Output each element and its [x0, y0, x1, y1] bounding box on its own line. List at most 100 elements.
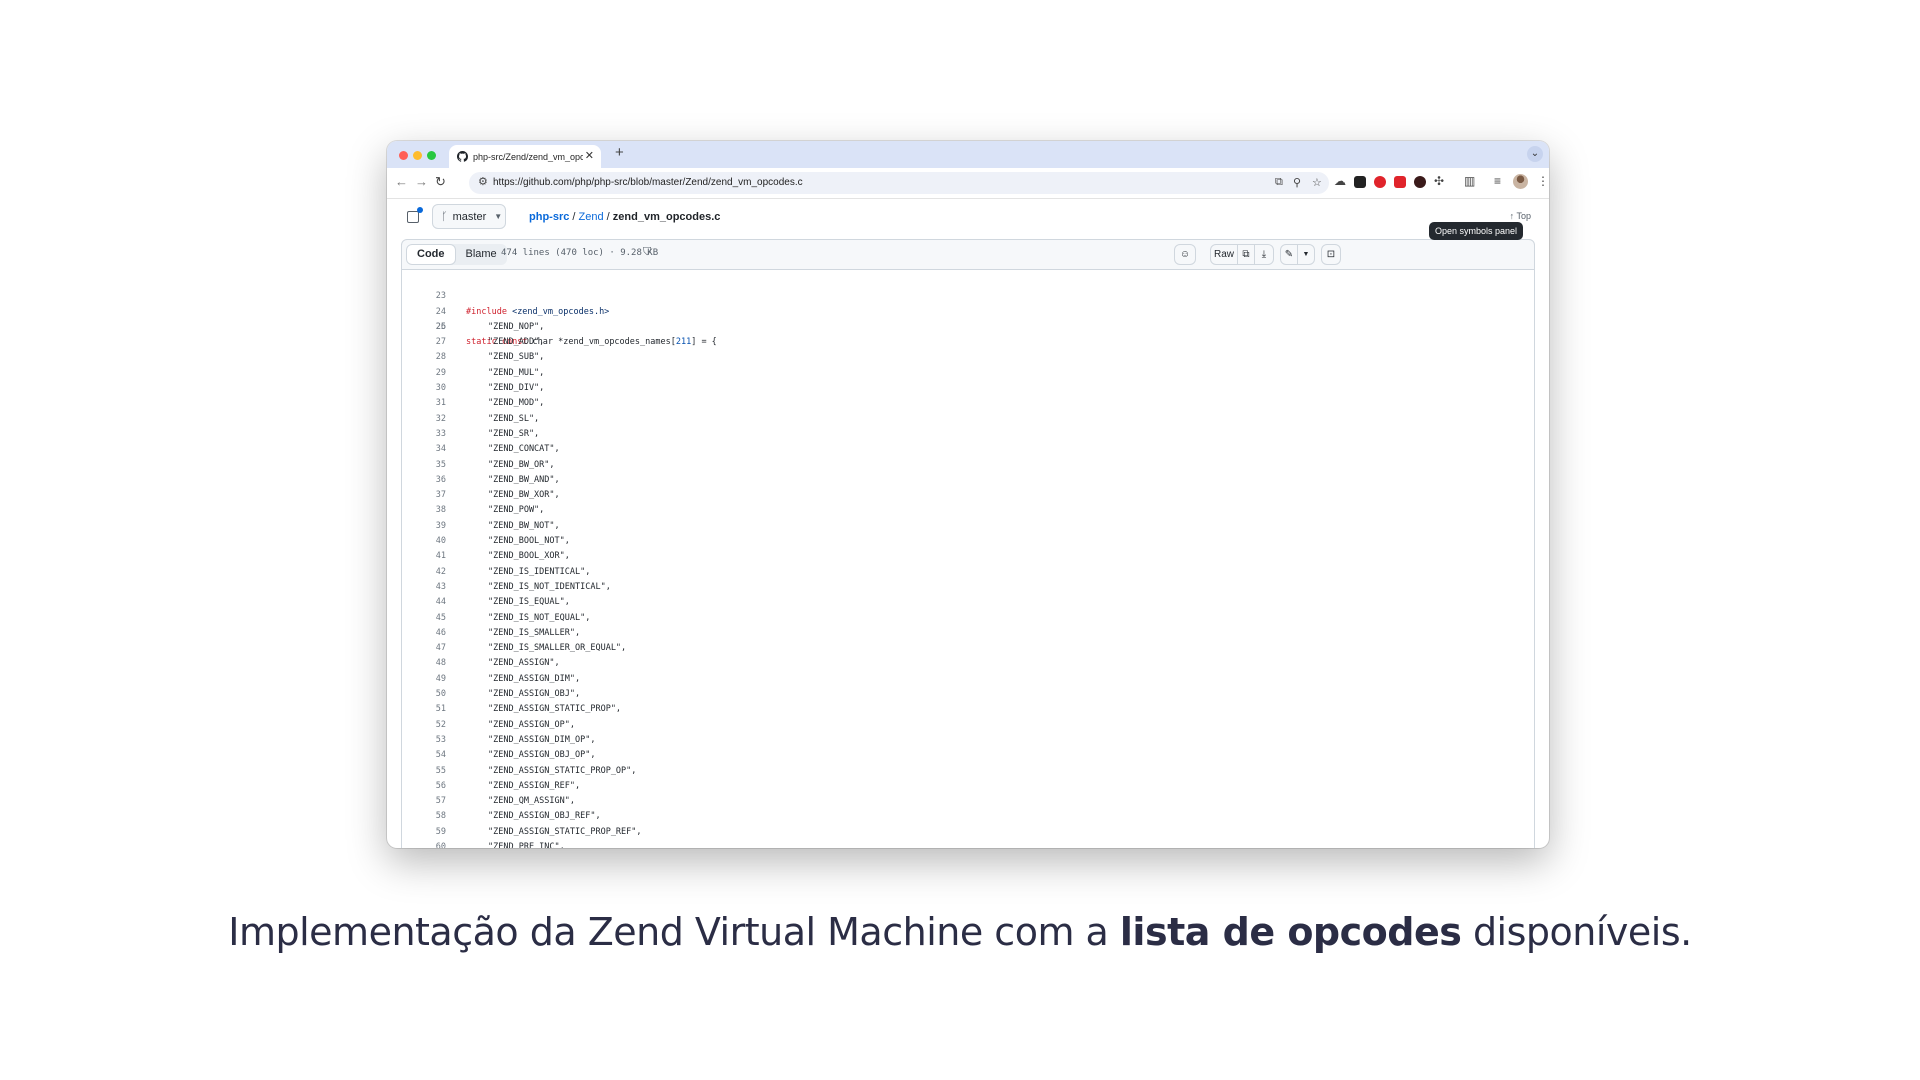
symbols-icon[interactable]: ⊡	[1321, 244, 1341, 265]
line-number[interactable]: 35	[402, 458, 446, 473]
media-controls-icon[interactable]: ≡	[1494, 174, 1501, 188]
extensions-puzzle-icon[interactable]: ✣	[1434, 174, 1444, 188]
line-number[interactable]: 59	[402, 825, 446, 840]
tab-code[interactable]: Code	[406, 244, 456, 265]
line-number[interactable]: 55	[402, 764, 446, 779]
code-line: 51 "ZEND_ASSIGN_STATIC_PROP",	[402, 702, 1534, 717]
line-number[interactable]: 52	[402, 718, 446, 733]
line-number[interactable]: 56	[402, 779, 446, 794]
line-number[interactable]: 40	[402, 534, 446, 549]
opcode-string: "ZEND_SL",	[488, 413, 540, 424]
minimize-window-button[interactable]	[413, 151, 422, 160]
cloud-extension-icon[interactable]: ☁	[1334, 174, 1346, 188]
download-icon[interactable]: ⤓	[1254, 244, 1274, 265]
line-number[interactable]: 41	[402, 549, 446, 564]
code-line: 41 "ZEND_BOOL_XOR",	[402, 549, 1534, 564]
tab-blame[interactable]: Blame	[456, 244, 507, 265]
bookmark-star-icon[interactable]: ☆	[1312, 176, 1322, 189]
opcode-string: "ZEND_IS_NOT_EQUAL",	[488, 612, 591, 623]
reload-icon[interactable]: ↻	[435, 174, 446, 190]
line-number[interactable]: 60	[402, 840, 446, 848]
profile-avatar[interactable]	[1513, 174, 1528, 189]
notion-extension-icon[interactable]	[1354, 176, 1366, 188]
code-line: 31 "ZEND_MOD",	[402, 396, 1534, 411]
record-extension-icon[interactable]	[1414, 176, 1426, 188]
code-line: 55 "ZEND_ASSIGN_STATIC_PROP_OP",	[402, 764, 1534, 779]
git-branch-icon: ᚴ	[441, 210, 448, 223]
line-number[interactable]: 36	[402, 473, 446, 488]
pencil-icon[interactable]: ✎	[1280, 244, 1298, 265]
tab-search-button[interactable]: ⌄	[1527, 146, 1543, 162]
address-url[interactable]: https://github.com/php/php-src/blob/mast…	[493, 177, 803, 188]
browser-tab-active[interactable]: php-src/Zend/zend_vm_opcodes.c at master…	[449, 145, 601, 168]
browser-menu-icon[interactable]: ⋮	[1537, 174, 1549, 188]
line-number[interactable]: 37	[402, 488, 446, 503]
zoom-icon[interactable]: ⚲	[1293, 176, 1301, 189]
line-number[interactable]: 45	[402, 611, 446, 626]
maximize-window-button[interactable]	[427, 151, 436, 160]
line-number[interactable]: 57	[402, 794, 446, 809]
forward-icon[interactable]: →	[415, 174, 428, 189]
line-number[interactable]: 30	[402, 381, 446, 396]
branch-label: master	[452, 210, 487, 223]
branch-selector-button[interactable]: ᚴ master ▼	[432, 204, 506, 229]
install-app-icon[interactable]: ⧉	[1275, 176, 1283, 189]
line-number[interactable]: 42	[402, 565, 446, 580]
line-number[interactable]: 32	[402, 412, 446, 427]
code-line: 35 "ZEND_BW_OR",	[402, 458, 1534, 473]
line-number[interactable]: 43	[402, 580, 446, 595]
line-number[interactable]: 51	[402, 702, 446, 717]
code-line: 47 "ZEND_IS_SMALLER_OR_EQUAL",	[402, 641, 1534, 656]
line-number[interactable]: 28	[402, 350, 446, 365]
line-number[interactable]: 49	[402, 672, 446, 687]
line-number[interactable]: 31	[402, 396, 446, 411]
line-number[interactable]: 26	[402, 320, 446, 335]
copy-icon[interactable]: ⧉	[1237, 244, 1255, 265]
line-number[interactable]: 33	[402, 427, 446, 442]
code-line: 29 "ZEND_MUL",	[402, 366, 1534, 381]
code-line: 45 "ZEND_IS_NOT_EQUAL",	[402, 611, 1534, 626]
line-number[interactable]: 38	[402, 503, 446, 518]
line-number[interactable]: 58	[402, 809, 446, 824]
close-window-button[interactable]	[399, 151, 408, 160]
edit-options-chevron-icon[interactable]: ▼	[1297, 244, 1315, 265]
opcode-string: "ZEND_IS_SMALLER_OR_EQUAL",	[488, 643, 627, 654]
opera-extension-icon[interactable]	[1374, 176, 1386, 188]
code-line: 40 "ZEND_BOOL_NOT",	[402, 534, 1534, 549]
new-tab-button[interactable]: +	[615, 144, 624, 161]
code-line: 27 "ZEND_ADD",	[402, 335, 1534, 350]
line-number[interactable]: 46	[402, 626, 446, 641]
line-number[interactable]: 34	[402, 442, 446, 457]
raw-button[interactable]: Raw	[1210, 244, 1238, 265]
line-number[interactable]: 29	[402, 366, 446, 381]
opcode-string: "ZEND_ASSIGN",	[488, 658, 560, 669]
breadcrumb-dir-link[interactable]: Zend	[579, 211, 604, 223]
code-line: 43 "ZEND_IS_NOT_IDENTICAL",	[402, 580, 1534, 595]
reading-mode-icon[interactable]: ▥	[1464, 174, 1475, 188]
file-meta: 474 lines (470 loc) · 9.28 KB	[501, 248, 659, 258]
line-number[interactable]: 50	[402, 687, 446, 702]
file-tree-toggle-icon[interactable]	[407, 207, 423, 223]
line-number[interactable]: 27	[402, 335, 446, 350]
address-bar[interactable]: ⚙ https://github.com/php/php-src/blob/ma…	[469, 172, 1329, 194]
opcode-string: "ZEND_BW_OR",	[488, 459, 555, 470]
opcode-string: "ZEND_IS_NOT_IDENTICAL",	[488, 581, 611, 592]
breadcrumb-repo-link[interactable]: php-src	[529, 211, 569, 223]
code-line: 24	[402, 289, 1534, 317]
site-settings-icon[interactable]: ⚙	[478, 175, 488, 188]
line-number[interactable]: 48	[402, 656, 446, 671]
opcode-string: "ZEND_PRE_INC",	[488, 841, 565, 848]
line-number[interactable]: 47	[402, 641, 446, 656]
tab-close-icon[interactable]: ✕	[585, 149, 594, 162]
code-line: 58 "ZEND_ASSIGN_OBJ_REF",	[402, 809, 1534, 824]
line-number[interactable]: 53	[402, 733, 446, 748]
opcode-string: "ZEND_ASSIGN_STATIC_PROP",	[488, 704, 622, 715]
code-view[interactable]: 23 #include <zend_vm_opcodes.h> 24 25 st…	[401, 270, 1535, 848]
top-link[interactable]: ↑ Top	[1510, 211, 1531, 221]
line-number[interactable]: 44	[402, 595, 446, 610]
copilot-icon[interactable]: ☺	[1174, 244, 1196, 265]
line-number[interactable]: 39	[402, 519, 446, 534]
back-icon[interactable]: ←	[395, 174, 408, 189]
line-number[interactable]: 54	[402, 748, 446, 763]
youtube-extension-icon[interactable]	[1394, 176, 1406, 188]
